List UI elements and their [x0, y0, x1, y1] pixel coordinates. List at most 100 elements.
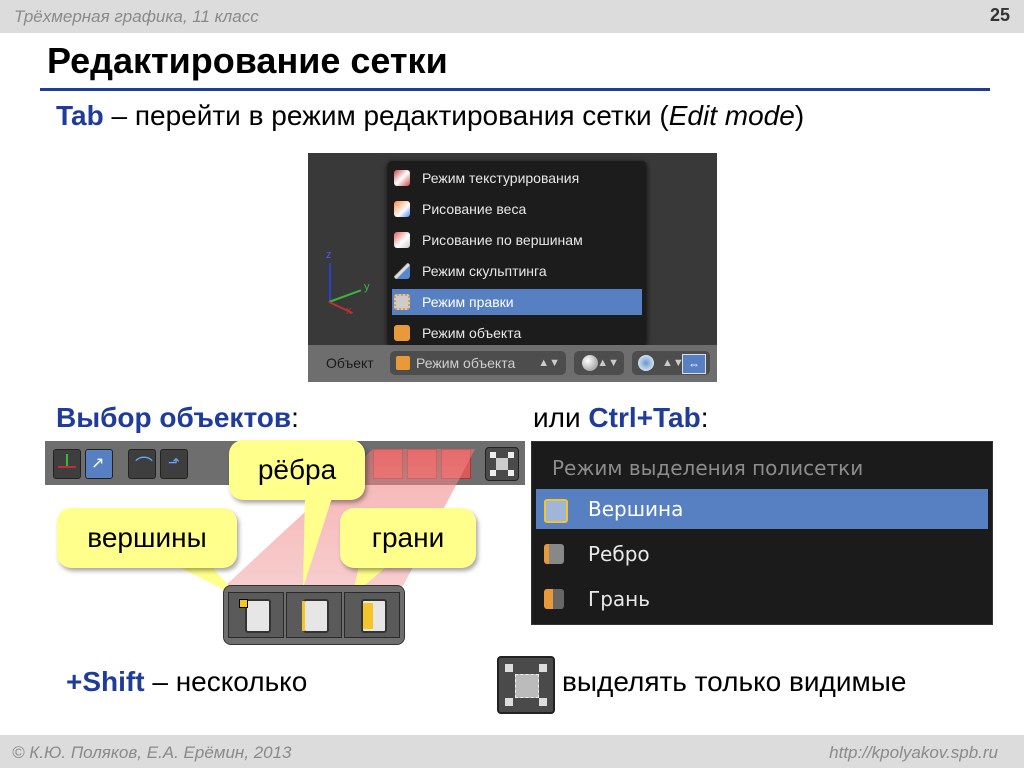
center-square	[515, 674, 539, 698]
callout-faces: грани	[340, 508, 476, 568]
corner-dot	[490, 470, 496, 476]
tab-key: Tab	[56, 100, 104, 131]
menu-item-label: Грань	[588, 587, 651, 611]
menu-title: Режим выделения полисетки	[552, 456, 864, 480]
pivot-icon	[638, 355, 654, 371]
select-objects-label: Выбор объектов	[56, 402, 292, 433]
face-fill-icon	[363, 603, 373, 629]
manipulator-icon-x	[58, 466, 76, 468]
sphere-icon	[582, 355, 598, 371]
shift-hint-text: – несколько	[144, 666, 308, 697]
shift-hint: +Shift – несколько	[66, 666, 307, 698]
corner-dot	[508, 452, 514, 458]
chevron-updown-icon: ▲▼	[597, 357, 619, 369]
vertex-select-button[interactable]	[228, 592, 284, 638]
scale-icon: ⬏	[168, 454, 180, 470]
menu-item-label: Режим объекта	[422, 325, 522, 341]
arrow-icon: ↗	[91, 455, 105, 472]
object-mode-icon	[396, 356, 410, 370]
edge-line-icon	[302, 601, 305, 631]
menu-item-label: Вершина	[588, 497, 684, 521]
edge-select-button[interactable]	[286, 592, 342, 638]
visible-only-hint: выделять только видимые	[562, 666, 907, 697]
limit-visible-icon	[497, 656, 555, 714]
chevron-updown-icon: ▲▼	[662, 357, 684, 369]
menu-item-label: Ребро	[588, 542, 650, 566]
menu-item-sculpt[interactable]: Режим скульптинга	[392, 258, 642, 284]
z-axis-label: z	[326, 249, 332, 261]
face-mode-button[interactable]	[441, 449, 471, 479]
colon: :	[291, 402, 299, 433]
callout-faces-text: грани	[371, 522, 445, 553]
callout-vertices: вершины	[57, 508, 237, 568]
edit-mode-icon	[394, 294, 410, 310]
menu-item-vertex[interactable]: Вершина	[536, 489, 988, 529]
shift-key: +Shift	[66, 666, 145, 697]
menu-item-label: Режим текстурирования	[422, 170, 580, 186]
menu-item-label: Режим скульптинга	[422, 263, 547, 279]
sculpt-icon	[394, 263, 410, 279]
site-url[interactable]: http://kpolyakov.spb.ru	[829, 743, 998, 763]
mode-menu-screenshot: z y x Режим текстурирования Рисование ве…	[308, 153, 717, 382]
translate-button[interactable]: ↗	[85, 449, 113, 479]
texture-paint-icon	[394, 170, 410, 186]
edit-mode-term: Edit mode	[668, 100, 795, 131]
course-title: Трёхмерная графика, 11 класс	[14, 7, 259, 26]
mode-dropdown[interactable]: Режим объекта ▲▼	[390, 351, 566, 375]
face-select-button[interactable]	[344, 592, 400, 638]
select-mode-buttons	[223, 585, 405, 645]
z-axis	[329, 263, 331, 303]
tab-instruction: Tab – перейти в режим редактирования сет…	[56, 100, 804, 132]
axes-gizmo: z y x	[316, 249, 386, 323]
face-select-icon	[544, 589, 564, 609]
menu-item-face[interactable]: Грань	[536, 579, 988, 619]
vertex-paint-icon	[394, 232, 410, 248]
weight-paint-icon	[394, 201, 410, 217]
corner-dot	[505, 698, 513, 706]
vertex-mode-button[interactable]	[373, 449, 403, 479]
slide-header: Трёхмерная графика, 11 класс 25	[0, 0, 1024, 33]
colon: :	[700, 402, 709, 433]
corner-dot	[505, 664, 513, 672]
center-square	[496, 458, 508, 470]
edges-pointer	[303, 498, 332, 588]
transform-manipulator-button[interactable]	[53, 449, 81, 479]
corner-dot	[508, 470, 514, 476]
corner-dot	[539, 664, 547, 672]
header-bar: Объект Режим объекта ▲▼ ▲▼ ▲▼ ⇔	[308, 345, 717, 382]
slide-footer: © К.Ю. Поляков, Е.А. Ерёмин, 2013 http:/…	[0, 735, 1024, 768]
authors: © К.Ю. Поляков, Е.А. Ерёмин, 2013	[12, 743, 292, 762]
menu-item-edge[interactable]: Ребро	[536, 534, 988, 574]
corner-dot	[539, 698, 547, 706]
manipulator-icon: ⇔	[682, 354, 706, 374]
limit-selection-visible-button[interactable]	[485, 447, 519, 481]
cube-icon	[245, 599, 271, 633]
menu-item-label: Режим правки	[422, 294, 514, 310]
closing-paren: )	[794, 100, 805, 131]
cube-icon	[303, 599, 329, 633]
menu-item-edit-mode[interactable]: Режим правки	[392, 289, 642, 315]
menu-item-object-mode[interactable]: Режим объекта	[392, 320, 642, 346]
menu-item-label: Рисование веса	[422, 201, 527, 217]
menu-item-label: Рисование по вершинам	[422, 232, 583, 248]
rotate-button[interactable]: ⌒	[128, 449, 156, 479]
shading-dropdown[interactable]: ▲▼	[574, 351, 624, 375]
callout-edges-text: рёбра	[257, 454, 337, 485]
menu-item-weight-paint[interactable]: Рисование веса	[392, 196, 642, 222]
y-axis	[328, 289, 362, 303]
edge-mode-button[interactable]	[407, 449, 437, 479]
mode-dropdown-value: Режим объекта	[416, 355, 516, 371]
menu-item-texture-paint[interactable]: Режим текстурирования	[392, 165, 642, 191]
mode-menu: Режим текстурирования Рисование веса Рис…	[388, 161, 646, 345]
vertex-dot-icon	[239, 599, 248, 608]
tab-instruction-text: – перейти в режим редактирования сетки (	[103, 100, 669, 131]
select-objects-heading: Выбор объектов:	[56, 402, 299, 434]
pivot-dropdown[interactable]: ▲▼ ⇔	[632, 351, 710, 375]
menu-item-vertex-paint[interactable]: Рисование по вершинам	[392, 227, 642, 253]
scale-button[interactable]: ⬏	[160, 449, 188, 479]
edge-select-icon	[544, 544, 564, 564]
object-menu-label[interactable]: Объект	[326, 355, 374, 371]
x-axis-label: x	[346, 305, 352, 317]
object-mode-icon	[394, 325, 410, 341]
y-axis-label: y	[364, 281, 370, 293]
